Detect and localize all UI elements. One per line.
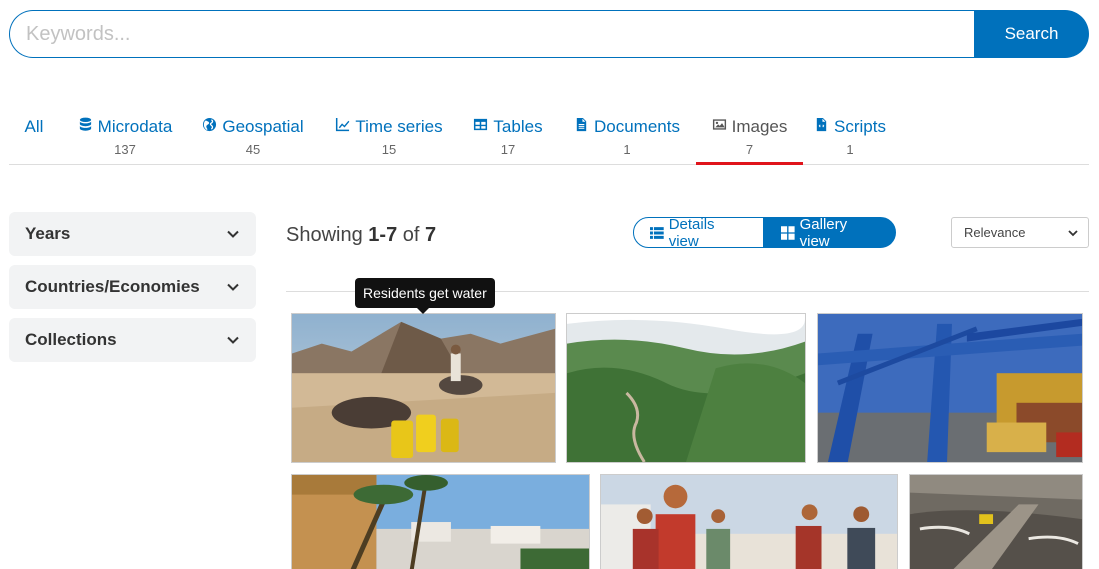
chevron-down-icon xyxy=(1068,229,1078,236)
search-bar: Search xyxy=(9,10,1089,58)
tab-label: Documents xyxy=(594,117,680,136)
tab-label: Time series xyxy=(355,117,443,136)
gallery-image-6[interactable] xyxy=(909,474,1083,569)
tab-label: All xyxy=(24,117,44,136)
search-input[interactable] xyxy=(9,10,974,58)
document-icon xyxy=(574,110,589,144)
tab-count: 137 xyxy=(114,142,136,157)
tab-count: 1 xyxy=(623,142,631,157)
line-chart-icon xyxy=(335,110,350,144)
showing-label: Showing xyxy=(286,224,363,246)
facet-countries[interactable]: Countries/Economies xyxy=(9,265,256,309)
data-type-tabs: All Microdata 137 Geospatial 45 Time ser… xyxy=(9,110,1089,165)
tab-geospatial[interactable]: Geospatial 45 xyxy=(197,110,309,165)
tab-label: Geospatial xyxy=(222,117,304,136)
tab-documents[interactable]: Documents 1 xyxy=(573,110,681,165)
details-view-button[interactable]: Details view xyxy=(633,215,764,250)
list-icon xyxy=(650,226,664,239)
gallery-image-3[interactable] xyxy=(817,313,1083,463)
tab-time-series[interactable]: Time series 15 xyxy=(329,110,449,165)
tab-count: 45 xyxy=(245,142,261,157)
tab-images[interactable]: Images 7 xyxy=(696,110,803,165)
tab-label: Images xyxy=(731,117,788,136)
tab-count: 15 xyxy=(381,142,397,157)
results-total: 7 xyxy=(425,224,437,246)
image-tooltip: Residents get water xyxy=(355,278,495,314)
tab-label: Scripts xyxy=(834,117,886,136)
tab-all[interactable]: All xyxy=(9,110,59,165)
facet-years[interactable]: Years xyxy=(9,212,256,256)
gallery-image-5[interactable] xyxy=(600,474,898,569)
results-count: Showing 1-7 of 7 xyxy=(286,224,436,247)
tab-count: 1 xyxy=(846,142,854,157)
sort-selected-value: Relevance xyxy=(964,225,1026,240)
gallery-image-1[interactable] xyxy=(291,313,556,463)
globe-icon xyxy=(202,110,217,144)
database-icon xyxy=(78,110,93,144)
chevron-down-icon xyxy=(227,283,239,291)
results-range: 1-7 xyxy=(368,224,398,246)
code-file-icon xyxy=(814,110,829,144)
facet-label: Countries/Economies xyxy=(25,277,200,296)
details-view-label: Details view xyxy=(668,215,715,250)
gallery-image-4[interactable] xyxy=(291,474,590,569)
facet-label: Years xyxy=(25,224,71,243)
sort-select[interactable]: Relevance xyxy=(951,217,1089,248)
tab-count: 7 xyxy=(745,142,754,157)
table-icon xyxy=(473,110,488,144)
gallery-view-label: Gallery view xyxy=(799,215,848,250)
tab-scripts[interactable]: Scripts 1 xyxy=(807,110,893,165)
chevron-down-icon xyxy=(227,230,239,238)
image-icon xyxy=(712,110,727,144)
tab-microdata[interactable]: Microdata 137 xyxy=(69,110,181,165)
gallery-view-button[interactable]: Gallery view xyxy=(764,215,896,250)
facet-label: Collections xyxy=(25,330,117,349)
view-toggle: Details view Gallery view xyxy=(633,215,896,250)
of-label: of xyxy=(402,224,420,246)
facet-collections[interactable]: Collections xyxy=(9,318,256,362)
tab-label: Tables xyxy=(493,117,543,136)
gallery-image-2[interactable] xyxy=(566,313,806,463)
chevron-down-icon xyxy=(227,336,239,344)
grid-icon xyxy=(781,225,795,240)
tab-tables[interactable]: Tables 17 xyxy=(467,110,549,165)
tab-count: 17 xyxy=(500,142,516,157)
tab-label: Microdata xyxy=(97,117,173,136)
search-button[interactable]: Search xyxy=(974,10,1089,58)
